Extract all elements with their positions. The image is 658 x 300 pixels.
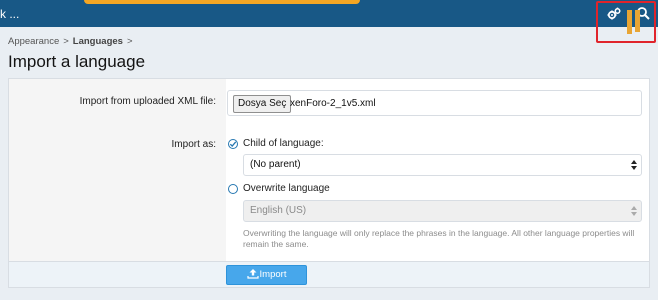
overwrite-language-select[interactable]: English (US) — [243, 200, 642, 222]
import-button-label: Import — [259, 269, 287, 280]
breadcrumb-separator: > — [126, 36, 133, 47]
overwrite-language-value: English (US) — [250, 205, 307, 216]
form-submit-row: Import — [9, 261, 649, 287]
select-arrows-icon — [631, 160, 637, 170]
import-form: Import from uploaded XML file: Dosya Seç… — [8, 78, 650, 288]
breadcrumb-languages[interactable]: Languages — [73, 36, 123, 47]
upload-icon — [246, 269, 259, 279]
breadcrumb-appearance[interactable]: Appearance — [8, 36, 59, 47]
header-highlight — [84, 0, 360, 4]
child-language-label[interactable]: Child of language: — [243, 138, 324, 149]
parent-language-select[interactable]: (No parent) — [243, 154, 642, 176]
breadcrumb: Appearance > Languages > — [8, 36, 137, 47]
overwrite-language-label[interactable]: Overwrite language — [243, 183, 330, 194]
page-title: Import a language — [8, 52, 146, 71]
import-button[interactable]: Import — [226, 265, 307, 285]
file-upload-field[interactable]: Dosya Seç xenForo-2_1v5.xml — [227, 90, 642, 116]
admin-header: k ... — [0, 0, 658, 43]
import-as-label: Import as: — [171, 139, 216, 150]
breadcrumb-separator: > — [63, 36, 69, 47]
choose-file-button[interactable]: Dosya Seç — [233, 95, 292, 113]
header-title[interactable]: k ... — [0, 7, 19, 21]
parent-language-value: (No parent) — [250, 159, 301, 170]
file-name: xenForo-2_1v5.xml — [290, 98, 376, 109]
annotation-box — [596, 1, 656, 43]
upload-label: Import from uploaded XML file: — [79, 96, 216, 107]
child-language-radio[interactable] — [228, 139, 238, 149]
overwrite-explain: Overwriting the language will only repla… — [243, 228, 635, 249]
overwrite-language-radio[interactable] — [228, 184, 238, 194]
select-arrows-icon — [631, 206, 637, 216]
